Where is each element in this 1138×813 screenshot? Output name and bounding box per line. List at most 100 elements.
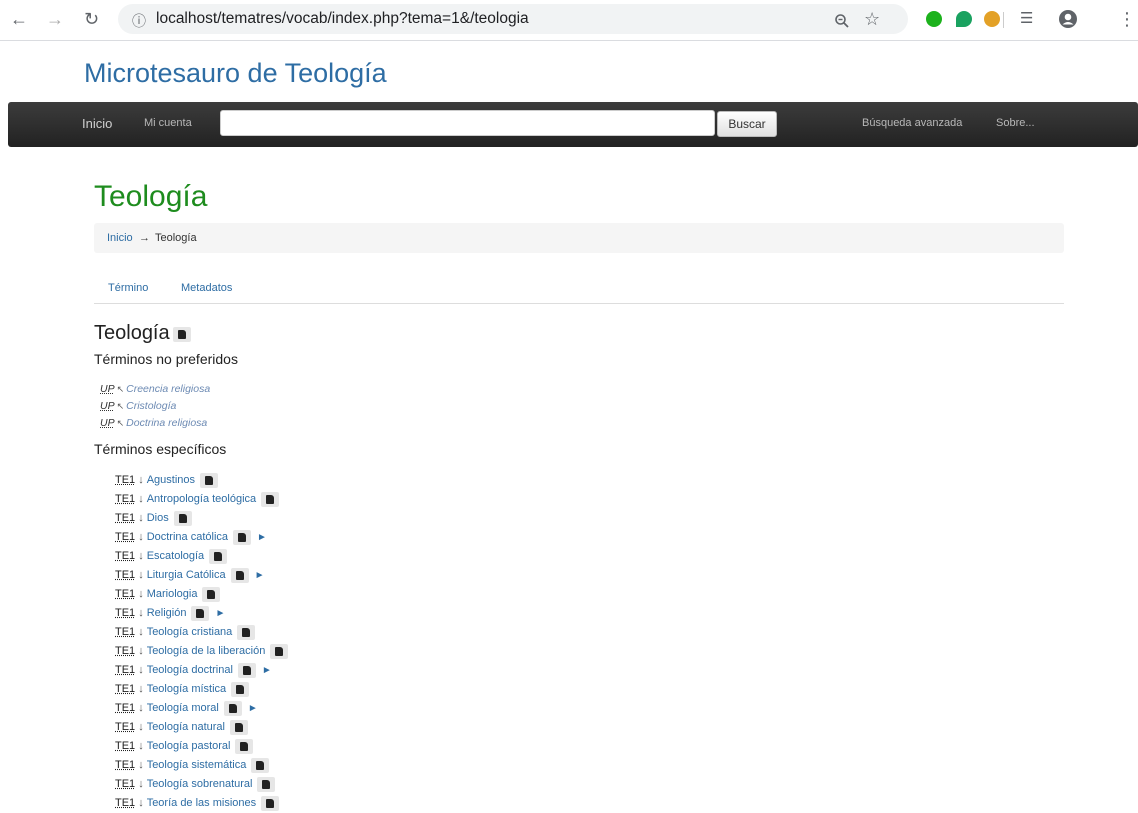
specific-term-link[interactable]: Mariologia	[147, 588, 198, 600]
copy-term-icon[interactable]	[238, 663, 256, 678]
list-item: TE1 ↓ Teología doctrinal ►	[115, 661, 288, 680]
te1-abbreviation: TE1	[115, 721, 135, 733]
zoom-icon[interactable]	[834, 13, 850, 33]
list-item: TE1 ↓ Liturgia Católica ►	[115, 566, 288, 585]
breadcrumb-current: Teología	[155, 223, 197, 253]
list-item: TE1 ↓ Teología natural	[115, 718, 288, 737]
list-item: TE1 ↓ Agustinos	[115, 471, 288, 490]
specific-term-link[interactable]: Teología sistemática	[147, 759, 247, 771]
specific-term-link[interactable]: Teología de la liberación	[147, 645, 266, 657]
narrower-arrow: ↓	[138, 607, 144, 619]
copy-term-icon[interactable]	[251, 758, 269, 773]
copy-term-icon[interactable]	[261, 492, 279, 507]
specific-term-link[interactable]: Escatología	[147, 550, 204, 562]
breadcrumb-separator: →	[139, 223, 150, 253]
forward-arrow-icon[interactable]: →	[46, 9, 64, 29]
breadcrumb: Inicio → Teología	[94, 223, 1064, 253]
list-item: TE1 ↓ Doctrina católica ►	[115, 528, 288, 547]
copy-term-icon[interactable]	[233, 530, 251, 545]
narrower-arrow: ↓	[138, 626, 144, 638]
navbar: Inicio Mi cuenta Buscar Búsqueda avanzad…	[8, 102, 1138, 147]
te1-abbreviation: TE1	[115, 778, 135, 790]
copy-term-icon[interactable]	[235, 739, 253, 754]
specific-term-link[interactable]: Dios	[147, 512, 169, 524]
expand-triangle-icon[interactable]: ►	[262, 665, 272, 676]
extension-green-icon[interactable]	[926, 11, 942, 27]
copy-term-icon[interactable]	[257, 777, 275, 792]
copy-term-icon[interactable]	[261, 796, 279, 811]
advanced-search-link[interactable]: Búsqueda avanzada	[862, 117, 962, 129]
about-link[interactable]: Sobre...	[996, 117, 1035, 129]
list-item: TE1 ↓ Teología mística	[115, 680, 288, 699]
specific-term-link[interactable]: Teología mística	[147, 683, 226, 695]
reading-list-icon[interactable]: ☰	[1020, 9, 1033, 29]
specific-term-link[interactable]: Teología doctrinal	[147, 664, 233, 676]
star-icon[interactable]: ☆	[864, 9, 880, 30]
non-preferred-term-link[interactable]: Creencia religiosa	[126, 383, 210, 395]
specific-term-link[interactable]: Teología cristiana	[147, 626, 233, 638]
copy-term-icon[interactable]	[200, 473, 218, 488]
specific-term-link[interactable]: Teología pastoral	[147, 740, 231, 752]
specific-term-link[interactable]: Doctrina católica	[147, 531, 228, 543]
narrower-arrow: ↓	[138, 740, 144, 752]
list-item: TE1 ↓ Teología cristiana	[115, 623, 288, 642]
expand-triangle-icon[interactable]: ►	[215, 608, 225, 619]
copy-term-icon[interactable]	[231, 682, 249, 697]
narrower-arrow: ↓	[138, 569, 144, 581]
copy-term-icon[interactable]	[174, 511, 192, 526]
search-input[interactable]	[220, 110, 715, 136]
list-item: TE1 ↓ Teología sobrenatural	[115, 775, 288, 794]
non-preferred-term-link[interactable]: Cristología	[126, 400, 176, 412]
specific-term-link[interactable]: Teoría de las misiones	[147, 797, 256, 809]
list-item: TE1 ↓ Escatología	[115, 547, 288, 566]
expand-triangle-icon[interactable]: ►	[257, 532, 267, 543]
breadcrumb-home-link[interactable]: Inicio	[107, 223, 133, 253]
reload-icon[interactable]: ↻	[84, 9, 99, 29]
copy-term-icon[interactable]	[237, 625, 255, 640]
expand-triangle-icon[interactable]: ►	[248, 703, 258, 714]
copy-term-icon[interactable]	[173, 327, 191, 342]
url-text[interactable]: localhost/tematres/vocab/index.php?tema=…	[156, 10, 529, 28]
non-preferred-term-link[interactable]: Doctrina religiosa	[126, 417, 207, 429]
specific-term-link[interactable]: Agustinos	[147, 474, 195, 486]
specific-term-link[interactable]: Religión	[147, 607, 187, 619]
extension-cookie-icon[interactable]	[984, 11, 1000, 27]
list-item: UP ↖ Doctrina religiosa	[100, 415, 210, 432]
profile-avatar-icon[interactable]	[1058, 9, 1078, 33]
specific-term-link[interactable]: Teología sobrenatural	[147, 778, 253, 790]
extension-chat-icon[interactable]	[956, 11, 972, 27]
address-bar[interactable]: ⓘ localhost/tematres/vocab/index.php?tem…	[118, 4, 908, 34]
te1-abbreviation: TE1	[115, 702, 135, 714]
nav-account-link[interactable]: Mi cuenta	[144, 117, 192, 129]
narrower-arrow: ↓	[138, 493, 144, 505]
copy-term-icon[interactable]	[191, 606, 209, 621]
te1-abbreviation: TE1	[115, 512, 135, 524]
narrower-arrow: ↓	[138, 683, 144, 695]
info-icon[interactable]: ⓘ	[132, 11, 146, 31]
expand-triangle-icon[interactable]: ►	[255, 570, 265, 581]
copy-term-icon[interactable]	[230, 720, 248, 735]
copy-term-icon[interactable]	[224, 701, 242, 716]
search-button[interactable]: Buscar	[717, 111, 777, 137]
specific-term-link[interactable]: Liturgia Católica	[147, 569, 226, 581]
back-arrow-icon[interactable]: ←	[10, 9, 28, 29]
toolbar-border	[0, 40, 1138, 41]
te1-abbreviation: TE1	[115, 493, 135, 505]
copy-term-icon[interactable]	[270, 644, 288, 659]
tab-termino[interactable]: Término	[108, 282, 148, 294]
specific-term-link[interactable]: Teología natural	[147, 721, 225, 733]
copy-term-icon[interactable]	[231, 568, 249, 583]
specific-term-link[interactable]: Antropología teológica	[147, 493, 256, 505]
te1-abbreviation: TE1	[115, 550, 135, 562]
te1-abbreviation: TE1	[115, 607, 135, 619]
up-abbreviation: UP	[100, 383, 115, 395]
site-title[interactable]: Microtesauro de Teología	[84, 58, 387, 89]
copy-term-icon[interactable]	[209, 549, 227, 564]
specific-term-link[interactable]: Teología moral	[147, 702, 219, 714]
up-abbreviation: UP	[100, 417, 115, 429]
copy-term-icon[interactable]	[202, 587, 220, 602]
toolbar-divider	[1003, 12, 1004, 28]
tab-metadatos[interactable]: Metadatos	[181, 282, 232, 294]
nav-home-link[interactable]: Inicio	[82, 116, 112, 131]
kebab-menu-icon[interactable]: ⋮	[1118, 9, 1136, 29]
